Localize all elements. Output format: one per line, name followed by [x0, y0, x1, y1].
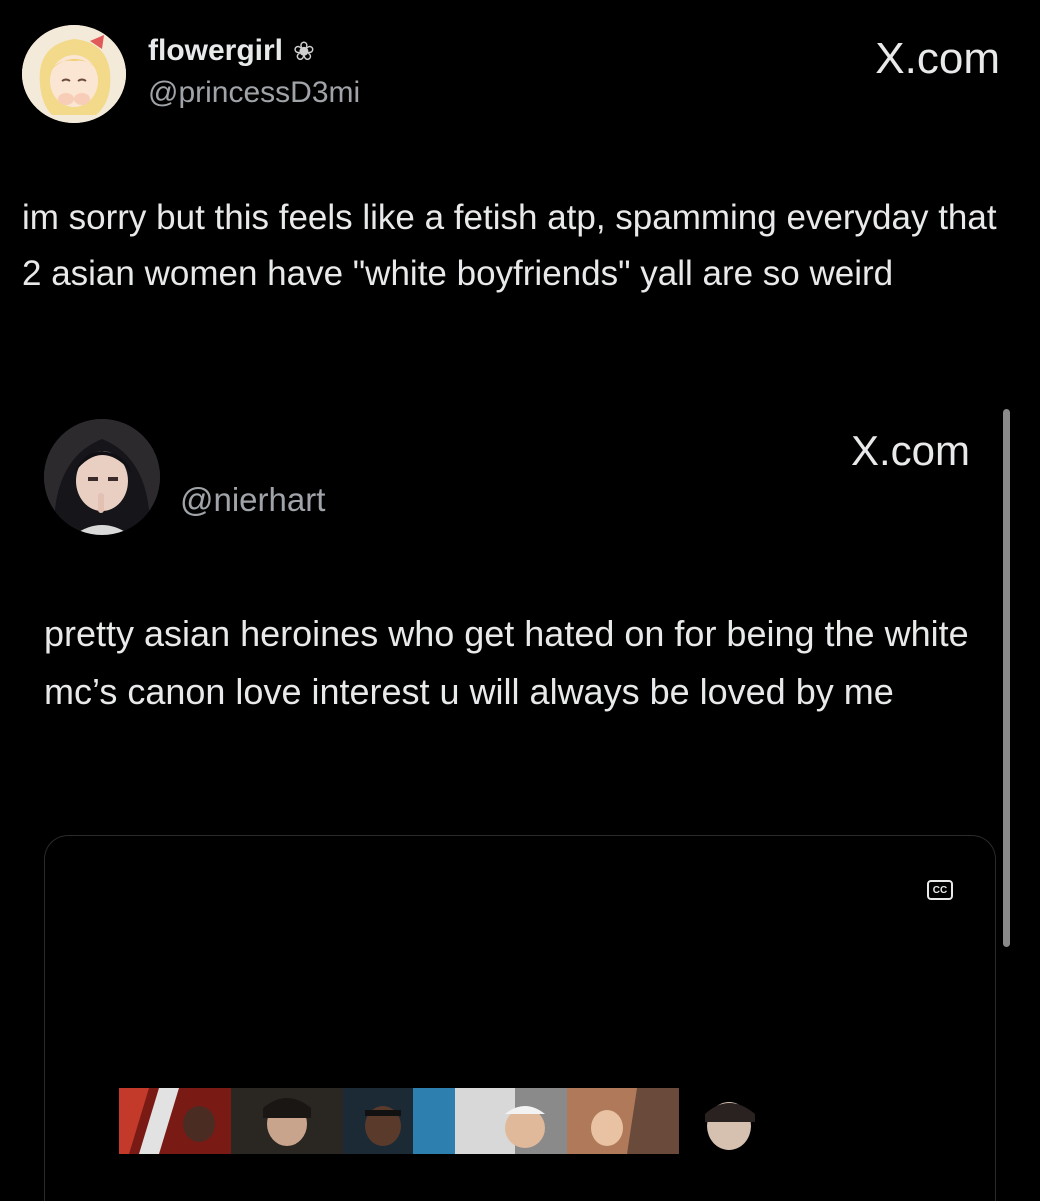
anime-girl-avatar-image: [22, 25, 126, 123]
video-frame-thumbnail: [119, 1088, 231, 1154]
video-frame-thumbnail: [567, 1088, 679, 1154]
character-avatar-image: [44, 419, 160, 535]
username-handle[interactable]: @princessD3mi: [148, 76, 360, 110]
quoted-tweet[interactable]: @nierhart X.com pretty asian heroines wh…: [0, 405, 1040, 1201]
closed-captions-icon[interactable]: CC: [927, 880, 953, 900]
author-name-row: flowergirl ❀: [148, 34, 315, 68]
avatar[interactable]: [44, 419, 160, 535]
video-frame-strip: [119, 1088, 791, 1154]
video-frame-thumbnail: [343, 1088, 455, 1154]
video-player[interactable]: CC: [44, 835, 996, 1201]
video-frame-thumbnail: [231, 1088, 343, 1154]
avatar[interactable]: [22, 25, 126, 123]
flower-icon: ❀: [293, 36, 315, 66]
video-frame-thumbnail: [679, 1088, 791, 1154]
scrollbar[interactable]: [1003, 409, 1010, 947]
brand-label: X.com: [850, 427, 970, 474]
brand-label: X.com: [875, 34, 1000, 83]
video-frame-thumbnail: [455, 1088, 567, 1154]
tweet-text: im sorry but this feels like a fetish at…: [22, 198, 997, 293]
display-name[interactable]: flowergirl: [148, 34, 283, 68]
username-handle[interactable]: @nierhart: [180, 481, 325, 519]
tweet-text: pretty asian heroines who get hated on f…: [44, 613, 969, 712]
